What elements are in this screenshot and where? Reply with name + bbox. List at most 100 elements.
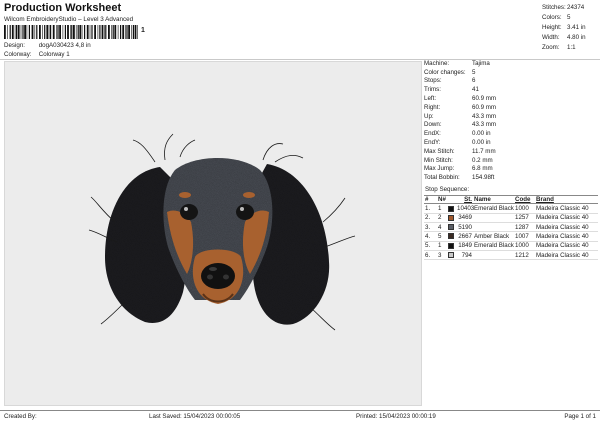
info-row: Color changes: 5: [424, 68, 476, 76]
barcode-bar: [126, 25, 128, 39]
barcode-bar: [56, 25, 57, 39]
barcode-bar: [79, 25, 82, 39]
stop-cell-n: 1: [438, 242, 442, 250]
color-swatch: [448, 233, 457, 240]
summary-zoom: Zoom: 1:1: [542, 44, 576, 52]
summary-colors: Colors: 5: [542, 13, 571, 21]
info-row: EndX: 0.00 in: [424, 130, 491, 138]
page-number: Page 1 of 1: [564, 413, 596, 420]
stop-sequence-title: Stop Sequence:: [425, 186, 470, 193]
stop-table-header: # N# St. Name Code Brand: [424, 196, 598, 205]
info-row: EndY: 0.00 in: [424, 139, 491, 147]
stop-cell-n: 1: [438, 205, 442, 213]
page-title: Production Worksheet: [4, 2, 122, 14]
stop-cell-brand: Madeira Classic 40: [536, 223, 589, 231]
color-swatch-box: [448, 233, 454, 240]
color-swatch: [448, 242, 457, 249]
stop-cell-brand: Madeira Classic 40: [536, 232, 589, 240]
machine-info-panel: Machine: Tajima Color changes: 5 Stops: 6 T…: [424, 59, 598, 182]
stop-cell-st: 3469: [458, 214, 472, 222]
summary-height: Height: 3.41 in: [542, 23, 586, 31]
color-swatch: [448, 214, 457, 221]
design-preview-canvas: [4, 61, 422, 406]
stop-cell-brand: Madeira Classic 40: [536, 205, 589, 213]
stop-cell-name: Emerald Black: [474, 242, 514, 250]
design-line: Design: dogA030423 4,8 in: [4, 42, 91, 49]
created-by: Created By:: [4, 413, 37, 420]
info-row: Left: 60.9 mm: [424, 95, 497, 103]
barcode-bar: [64, 25, 66, 39]
barcode-bar: [137, 25, 138, 39]
barcode-bar: [73, 25, 75, 39]
right-eye: [236, 204, 254, 220]
stop-cell-n: 2: [438, 214, 442, 222]
barcode-bar: [14, 25, 16, 39]
barcode-bar: [71, 25, 73, 39]
barcode: [4, 25, 138, 39]
barcode-bar: [24, 25, 26, 39]
stop-sequence-table: # N# St. Name Code Brand 1. 1 10403 Emerald…: [424, 195, 598, 261]
info-row: Stops: 6: [424, 77, 476, 85]
barcode-bar: [28, 25, 30, 39]
barcode-bar: [39, 25, 41, 39]
barcode-bar: [112, 25, 114, 39]
stop-cell-name: Amber Black: [474, 232, 510, 240]
stop-cell-st: 5190: [458, 223, 472, 231]
info-row: Max Stitch: 11.7 mm: [424, 147, 496, 155]
stop-cell-no: 6.: [425, 251, 431, 259]
barcode-bar: [17, 25, 20, 39]
color-swatch-box: [448, 252, 454, 259]
barcode-bar: [31, 25, 34, 39]
stop-cell-n: 3: [438, 251, 442, 259]
stop-cell-no: 5.: [425, 242, 431, 250]
barcode-bar: [20, 25, 22, 39]
barcode-bar: [57, 25, 59, 39]
color-swatch-box: [448, 205, 454, 212]
stop-cell-n: 5: [438, 232, 442, 240]
stop-cell-code: 1000: [515, 242, 529, 250]
barcode-bar: [48, 25, 50, 39]
barcode-bar: [81, 25, 83, 39]
stop-row: 6. 3 794 1212 Madeira Classic 40: [424, 251, 598, 261]
dog-nose: [201, 263, 235, 289]
barcode-bar: [42, 25, 43, 39]
info-row: Machine: Tajima: [424, 59, 490, 67]
stop-row: 2. 2 3469 1257 Madeira Classic 40: [424, 214, 598, 223]
color-swatch-box: [448, 242, 454, 249]
barcode-bar: [117, 25, 119, 39]
stop-table-body: 1. 1 10403 Emerald Black 1000 Madeira Classic…: [424, 204, 598, 261]
stop-cell-code: 1000: [515, 205, 529, 213]
barcode-bar: [89, 25, 91, 39]
barcode-bar: [70, 25, 71, 39]
barcode-bar: [11, 25, 14, 39]
stop-cell-brand: Madeira Classic 40: [536, 214, 589, 222]
barcode-bar: [75, 25, 77, 39]
stop-cell-code: 1212: [515, 251, 529, 259]
barcode-bar: [120, 25, 122, 39]
stop-row: 5. 1 1849 Emerald Black 1000 Madeira Classic …: [424, 242, 598, 251]
info-row: Right: 60.9 mm: [424, 103, 497, 111]
info-row: Down: 43.3 mm: [424, 121, 497, 129]
stop-row: 1. 1 10403 Emerald Black 1000 Madeira Classic…: [424, 204, 598, 214]
barcode-bar: [50, 25, 52, 39]
color-swatch: [448, 224, 457, 231]
barcode-bar: [91, 25, 93, 39]
barcode-bar: [44, 25, 46, 39]
summary-width: Width: 4.80 in: [542, 34, 586, 42]
summary-panel: Stitches: 24374 Colors: 5 Height: 3.41 in W…: [542, 2, 598, 53]
info-row: Total Bobbin: 154.98ft: [424, 174, 495, 182]
barcode-bar: [36, 25, 38, 39]
stop-row: 4. 5 2667 Amber Black 1007 Madeira Classic 40: [424, 232, 598, 242]
info-row: Min Stitch: 0.2 mm: [424, 156, 493, 164]
stop-cell-no: 3.: [425, 223, 431, 231]
barcode-bar: [101, 25, 104, 39]
barcode-bar: [131, 25, 132, 39]
barcode-bar: [105, 25, 107, 39]
printed-date: Printed: 15/04/2023 00:00:19: [356, 413, 436, 420]
barcode-bar: [9, 25, 11, 39]
info-row: Trims: 41: [424, 86, 479, 94]
barcode-bar: [125, 25, 126, 39]
barcode-bar: [104, 25, 105, 39]
info-row: Max Jump: 6.8 mm: [424, 165, 493, 173]
colorway-line: Colorway: Colorway 1: [4, 51, 70, 58]
